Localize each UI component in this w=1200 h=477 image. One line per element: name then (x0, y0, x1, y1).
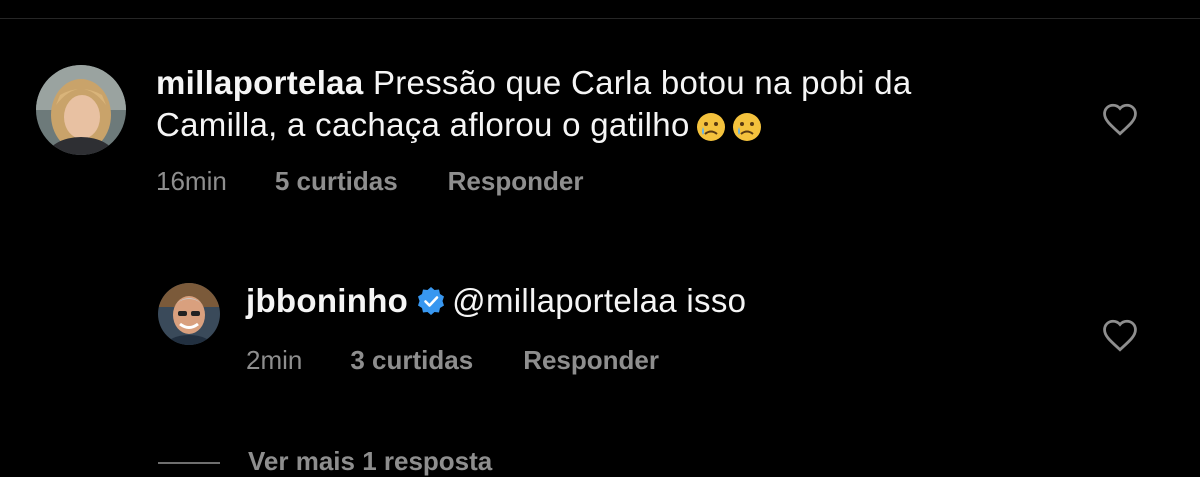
comment-meta: 16min 5 curtidas Responder (156, 166, 583, 197)
comment-text: millaportelaa Pressão que Carla botou na… (156, 62, 1056, 152)
like-heart-icon[interactable] (1101, 318, 1139, 352)
comment-likes[interactable]: 5 curtidas (275, 166, 398, 197)
reply-reply-button[interactable]: Responder (523, 345, 659, 376)
reply-likes[interactable]: 3 curtidas (350, 345, 473, 376)
crying-face-icon (696, 110, 726, 152)
crying-face-icon (732, 110, 762, 152)
avatar-jbboninho[interactable] (158, 283, 220, 345)
reply-username[interactable]: jbboninho (246, 282, 408, 319)
reply-meta: 2min 3 curtidas Responder (246, 345, 659, 376)
reply-mention[interactable]: @millaportelaa (452, 282, 677, 319)
reply-time: 2min (246, 345, 303, 375)
comment-text-line1: Pressão que Carla botou na pobi da (372, 64, 912, 101)
comment-username[interactable]: millaportelaa (156, 64, 363, 101)
like-heart-icon[interactable] (1101, 102, 1139, 136)
view-more-line (158, 462, 220, 464)
avatar-millaportelaa[interactable] (36, 65, 126, 155)
reply-body: isso (686, 282, 747, 319)
top-divider (0, 18, 1200, 19)
comment-text-line2: Camilla, a cachaça aflorou o gatilho (156, 106, 690, 143)
view-more-replies-button[interactable]: Ver mais 1 resposta (248, 446, 492, 477)
comment-reply-button[interactable]: Responder (448, 166, 584, 197)
reply-text: jbboninho @millaportelaa isso (246, 280, 1046, 326)
verified-badge-icon (416, 284, 446, 326)
comment-time: 16min (156, 166, 227, 196)
